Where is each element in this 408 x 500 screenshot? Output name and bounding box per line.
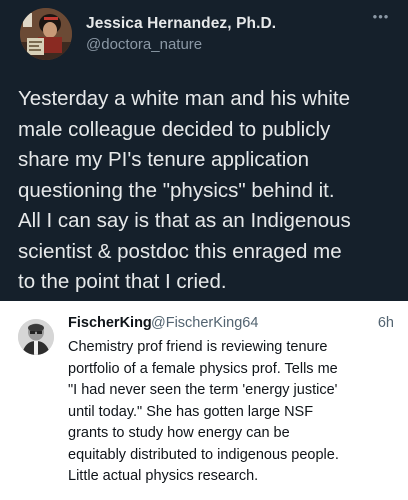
quoted-author-name[interactable]: FischerKing	[68, 315, 152, 331]
tweet-text-line: to the point that I cried.	[18, 270, 227, 293]
author-name[interactable]: Jessica Hernandez, Ph.D.	[86, 15, 276, 33]
avatar[interactable]	[18, 319, 54, 355]
quoted-text-line: equitably distributed to indigenous peop…	[68, 446, 339, 463]
more-horizontal-icon[interactable]: •••	[370, 10, 392, 24]
tweet-card: Jessica Hernandez, Ph.D. @doctora_nature…	[0, 0, 408, 301]
tweet-text-line: scientist & postdoc this enraged me	[18, 239, 342, 263]
tweet-text-line: Yesterday a white man and his white	[18, 87, 350, 110]
quoted-tweet-text: Chemistry prof friend is reviewing tenur…	[68, 337, 404, 488]
timestamp[interactable]: 6h	[378, 315, 394, 331]
tweet-text-line: All I can say is that as an Indigenous	[18, 209, 351, 232]
quoted-text-line: portfolio of a female physics prof. Tell…	[68, 360, 338, 377]
author-handle[interactable]: @doctora_nature	[86, 36, 202, 53]
quoted-text-line: Little actual physics research.	[68, 468, 259, 484]
tweet-text: Yesterday a white man and his white male…	[18, 84, 402, 298]
avatar-image	[20, 8, 72, 60]
avatar[interactable]	[20, 8, 72, 60]
quoted-text-line: Chemistry prof friend is reviewing tenur…	[68, 339, 328, 355]
quoted-text-line: until today." She has gotten large NSF	[68, 403, 314, 420]
quoted-author-handle[interactable]: @FischerKing64	[151, 315, 258, 331]
avatar-image	[18, 319, 54, 355]
quoted-text-line: grants to study how energy can be	[68, 425, 290, 441]
quoted-text-line: "I had never seen the term 'energy justi…	[68, 382, 338, 398]
tweet-text-line: questioning the "physics" behind it.	[18, 178, 335, 202]
tweet-text-line: share my PI's tenure application	[18, 148, 310, 171]
tweet-text-line: male colleague decided to publicly	[18, 117, 331, 141]
quoted-tweet-card[interactable]: FischerKing @FischerKing64 6h Chemistry …	[0, 301, 408, 500]
